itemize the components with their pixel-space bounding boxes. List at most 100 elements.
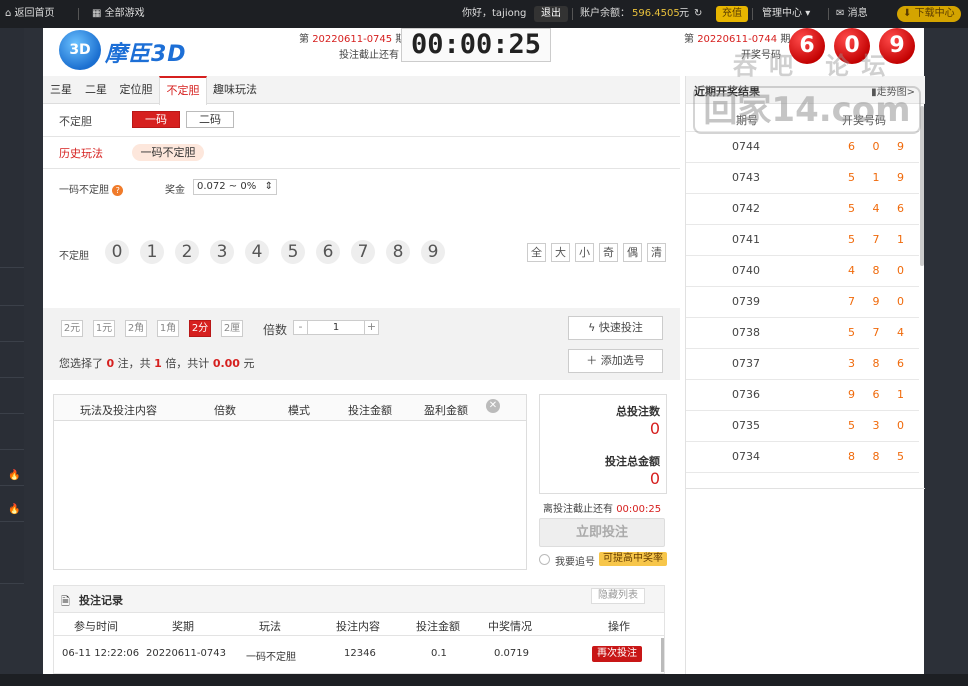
records-table-header: 参与时间 奖期 玩法 投注内容 投注金额 中奖情况 操作 [53,612,665,636]
play-tabs: 三星 二星 定位胆 不定胆 趣味玩法 [43,76,680,105]
logo-name: 摩臣3D [105,42,187,67]
main-container: 3D 摩臣3D 第 20220611-0745 期 投注截止还有 00:00:2… [43,28,925,674]
column-header: 玩法及投注内容 [80,404,157,417]
column-header: 盈利金额 [424,404,468,417]
list-item: 0739 7 9 0 [686,287,919,318]
record-time: 06-11 12:22:06 [62,648,140,659]
rebet-button[interactable]: 再次投注 [592,646,642,662]
column-header: 参与时间 [74,620,118,633]
column-header: 开奖号码 [842,114,886,127]
balance-unit: 元 [679,8,689,19]
logo[interactable]: 3D 摩臣3D [59,28,199,72]
clear-all-icon[interactable]: ✕ [486,399,500,413]
document-icon: 🗎 [61,595,70,608]
records-scrollbar[interactable] [661,638,664,672]
tab-two-star[interactable]: 二星 [79,76,113,104]
number-ball[interactable]: 8 [386,240,410,264]
quick-big-button[interactable]: 大 [551,243,570,262]
prize-select[interactable]: 0.072 ~ 0% ⇕ [193,179,277,195]
mode-button[interactable]: 2厘 [221,320,243,337]
tab-three-star[interactable]: 三星 [43,76,79,104]
plus-icon: ＋ [586,354,598,367]
total-bets-label: 总投注数 [616,405,660,418]
list-item: 0736 9 6 1 [686,380,919,411]
list-item: 0744 6 0 9 [686,132,919,163]
chase-label: 我要追号 [555,557,595,568]
two-code-button[interactable]: 二码 [186,111,234,128]
home-link[interactable]: ⌂ 返回首页 [5,0,55,28]
hide-list-button[interactable]: 隐藏列表 [591,588,645,604]
trend-link[interactable]: ▮走势图> [871,83,915,98]
number-ball[interactable]: 9 [421,240,445,264]
number-ball[interactable]: 7 [351,240,375,264]
sidebar-cell[interactable] [0,378,24,414]
balance-label: 账户余额： [580,8,630,19]
recharge-button[interactable]: 充值 [716,6,748,22]
multiplier-input[interactable]: 1 [308,321,364,334]
number-ball[interactable]: 1 [140,240,164,264]
bet-now-button[interactable]: 立即投注 [539,518,665,547]
home-icon: ⌂ [5,8,12,19]
number-ball[interactable]: 3 [210,240,234,264]
sidebar-cell[interactable]: 🔥 [0,450,24,486]
help-icon[interactable]: ? [112,185,124,196]
tab-fun[interactable]: 趣味玩法 [207,76,263,104]
mode-button[interactable]: 2元 [61,320,83,337]
mode-button[interactable]: 1角 [157,320,179,337]
sidebar-cell[interactable] [0,522,24,584]
divider [43,168,680,169]
quick-bet-button[interactable]: ϟ 快速投注 [568,316,663,340]
multiplier-plus[interactable]: + [364,321,378,334]
draw-label: 开奖号码 [741,50,781,61]
management-menu[interactable]: 管理中心 ▾ [762,0,810,28]
prize-label: 奖金 [165,185,185,196]
sidebar-cell[interactable]: 🔥 [0,486,24,522]
column-header: 模式 [288,404,310,417]
mode-button[interactable]: 2分 [189,320,211,337]
sidebar-cell[interactable] [0,342,24,378]
sidebar-cell[interactable] [0,306,24,342]
draw-ball: 9 [879,28,915,64]
divider [78,8,79,20]
history-item[interactable]: 一码不定胆 [132,144,204,161]
number-ball[interactable]: 2 [175,240,199,264]
refresh-icon[interactable]: ↻ [694,0,702,28]
messages-link[interactable]: ✉ 消息 [836,0,868,28]
number-ball[interactable]: 5 [281,240,305,264]
quick-clear-button[interactable]: 清 [647,243,666,262]
quick-odd-button[interactable]: 奇 [599,243,618,262]
number-ball[interactable]: 6 [316,240,340,264]
record-content: 12346 [344,648,376,659]
download-button[interactable]: ⬇ 下载中心 [897,6,961,22]
tab-indeterminate[interactable]: 不定胆 [159,76,207,105]
quick-all-button[interactable]: 全 [527,243,546,262]
results-scrollbar[interactable] [920,106,924,266]
bet-list: 玩法及投注内容 倍数 模式 投注金额 盈利金额 ✕ [53,394,527,570]
logout-button[interactable]: 退出 [534,6,568,22]
number-ball[interactable]: 4 [245,240,269,264]
add-selection-button[interactable]: ＋ 添加选号 [568,349,663,373]
one-code-button[interactable]: 一码 [132,111,180,128]
sidebar-cell[interactable] [0,268,24,306]
multiplier-stepper: - 1 + [293,320,379,335]
total-amount-label: 投注总金额 [605,455,660,468]
last-issue: 第 20220611-0744 期 [684,34,791,45]
mode-button[interactable]: 2角 [125,320,147,337]
divider [43,136,680,137]
all-games-link[interactable]: ▦ 全部游戏 [92,0,145,28]
fire-icon: 🔥 [8,470,21,481]
ball-label: 不定胆 [59,251,89,262]
number-ball[interactable]: 0 [105,240,129,264]
grid-icon: ▦ [92,8,102,19]
quick-even-button[interactable]: 偶 [623,243,642,262]
history-label: 历史玩法 [59,147,103,160]
multiplier-minus[interactable]: - [294,321,308,334]
sidebar-cell[interactable] [0,28,24,268]
chase-radio[interactable] [539,554,550,565]
draw-ball: 6 [789,28,825,64]
tab-position[interactable]: 定位胆 [113,76,159,104]
column-header: 奖期 [172,620,194,633]
sidebar-cell[interactable] [0,414,24,450]
mode-button[interactable]: 1元 [93,320,115,337]
quick-small-button[interactable]: 小 [575,243,594,262]
